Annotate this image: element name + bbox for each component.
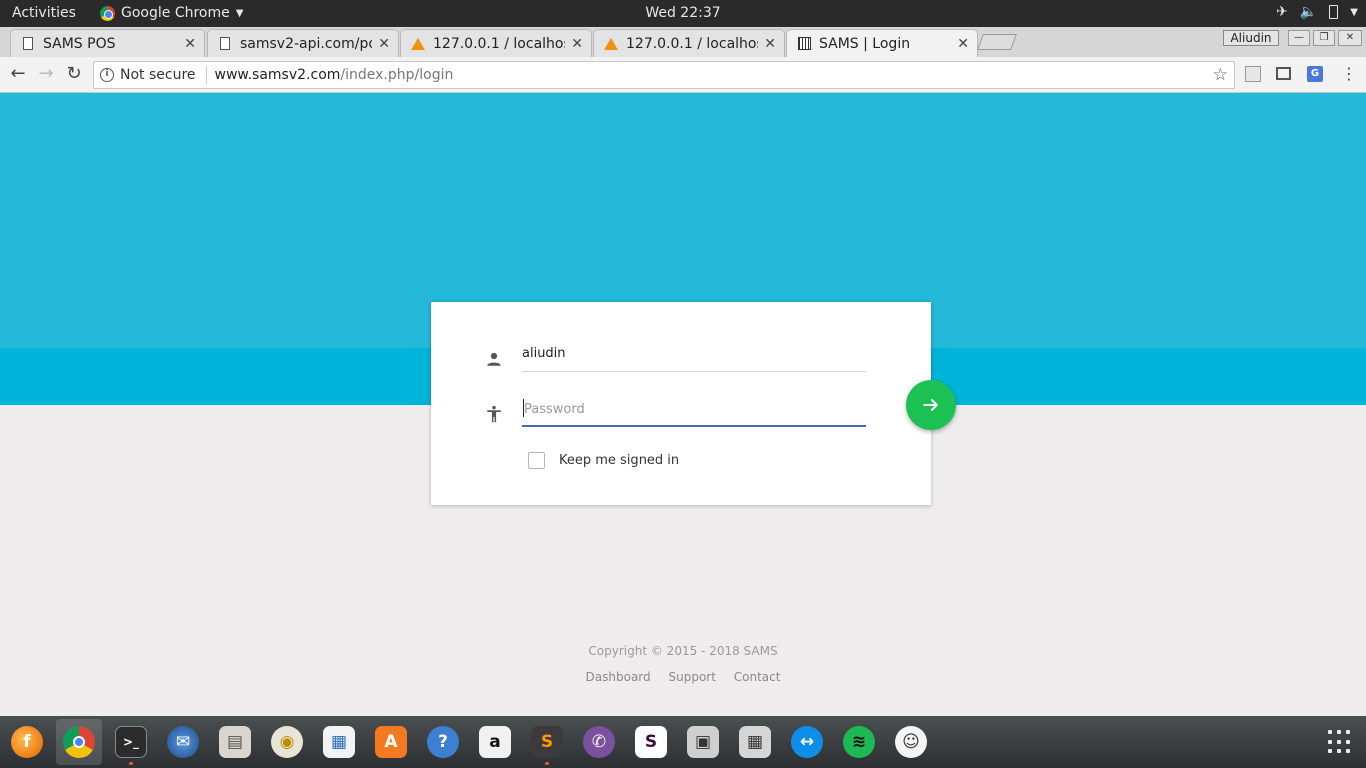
document-icon bbox=[218, 37, 232, 51]
minimize-button[interactable]: — bbox=[1288, 30, 1310, 46]
sams-icon bbox=[797, 37, 811, 51]
document-icon bbox=[21, 37, 35, 51]
app-menu-label: Google Chrome bbox=[121, 5, 230, 21]
tab-samsv2-api[interactable]: samsv2-api.com/po ✕ bbox=[207, 29, 399, 57]
tab-sams-pos[interactable]: SAMS POS ✕ bbox=[10, 29, 205, 57]
window-close-button[interactable]: ✕ bbox=[1338, 30, 1362, 46]
username-value: aliudin bbox=[522, 346, 566, 361]
profile-button[interactable]: Aliudin bbox=[1223, 30, 1279, 46]
chevron-down-icon: ▼ bbox=[235, 7, 244, 19]
footer-link-support[interactable]: Support bbox=[668, 670, 715, 684]
emoji-icon[interactable]: ☺ bbox=[888, 719, 934, 765]
login-submit-button[interactable] bbox=[906, 380, 956, 430]
close-icon[interactable]: ✕ bbox=[957, 36, 969, 52]
help-icon[interactable]: ? bbox=[420, 719, 466, 765]
show-applications-icon[interactable] bbox=[1328, 730, 1352, 754]
app-menu[interactable]: Google Chrome ▼ bbox=[100, 5, 243, 21]
tab-phpmyadmin-2[interactable]: 127.0.0.1 / localhost ✕ bbox=[593, 29, 785, 57]
password-field[interactable] bbox=[522, 393, 866, 427]
close-icon[interactable]: ✕ bbox=[378, 36, 390, 52]
security-label[interactable]: Not secure bbox=[120, 67, 196, 83]
chrome-icon[interactable] bbox=[56, 719, 102, 765]
arrow-right-icon bbox=[923, 399, 938, 411]
airplane-mode-icon: ✈ bbox=[1276, 4, 1288, 20]
forward-icon[interactable]: → bbox=[35, 63, 57, 85]
chrome-menu-icon[interactable]: ⋮ bbox=[1338, 63, 1360, 85]
firefox-icon[interactable]: f bbox=[4, 719, 50, 765]
maximize-button[interactable]: ❐ bbox=[1313, 30, 1335, 46]
extension-icon[interactable] bbox=[1245, 66, 1261, 82]
keep-signed-in-label[interactable]: Keep me signed in bbox=[559, 453, 679, 468]
teamviewer-icon[interactable]: ↔ bbox=[784, 719, 830, 765]
spotify-icon[interactable]: ≋ bbox=[836, 719, 882, 765]
volume-icon: 🔈 bbox=[1299, 4, 1318, 20]
username-field[interactable]: aliudin bbox=[522, 338, 866, 372]
close-icon[interactable]: ✕ bbox=[571, 36, 583, 52]
footer-link-contact[interactable]: Contact bbox=[734, 670, 781, 684]
translate-icon[interactable]: G bbox=[1307, 66, 1323, 82]
software-center-icon[interactable]: A bbox=[368, 719, 414, 765]
browser-toolbar: ← → ↻ i Not secure www.samsv2.com/index.… bbox=[0, 57, 1366, 93]
keep-signed-in-option[interactable]: Keep me signed in bbox=[528, 452, 679, 469]
info-icon[interactable]: i bbox=[100, 68, 114, 82]
tab-strip: SAMS POS ✕ samsv2-api.com/po ✕ 127.0.0.1… bbox=[0, 27, 1366, 57]
system-tray[interactable]: ✈ 🔈 ▼ bbox=[1276, 4, 1358, 20]
screenshot-icon[interactable]: ▣ bbox=[680, 719, 726, 765]
user-icon bbox=[487, 352, 501, 366]
fullscreen-icon[interactable] bbox=[1276, 67, 1291, 80]
bookmark-star-icon[interactable]: ☆ bbox=[1213, 65, 1228, 85]
close-icon[interactable]: ✕ bbox=[764, 36, 776, 52]
password-input[interactable] bbox=[524, 399, 854, 419]
sublime-text-icon[interactable]: S bbox=[524, 719, 570, 765]
files-icon[interactable]: ▤ bbox=[212, 719, 258, 765]
url-path: /index.php/login bbox=[340, 67, 454, 83]
calculator-icon[interactable]: ▦ bbox=[732, 719, 778, 765]
reload-icon[interactable]: ↻ bbox=[63, 63, 85, 85]
amazon-icon[interactable]: a bbox=[472, 719, 518, 765]
rhythmbox-icon[interactable]: ◉ bbox=[264, 719, 310, 765]
new-tab-button[interactable] bbox=[977, 34, 1017, 50]
battery-icon bbox=[1329, 5, 1339, 19]
chevron-down-icon: ▼ bbox=[1350, 6, 1358, 18]
footer-link-dashboard[interactable]: Dashboard bbox=[586, 670, 651, 684]
thunderbird-icon[interactable]: ✉ bbox=[160, 719, 206, 765]
keep-signed-in-checkbox[interactable] bbox=[528, 452, 545, 469]
accessibility-icon bbox=[487, 405, 501, 423]
tab-sams-login[interactable]: SAMS | Login ✕ bbox=[786, 29, 978, 57]
footer-links: Dashboard Support Contact bbox=[0, 670, 1366, 684]
dock: f >_ ✉ ▤ ◉ ▦ A ? a S ✆ S ▣ ▦ ↔ ≋ ☺ bbox=[0, 716, 1366, 768]
libreoffice-writer-icon[interactable]: ▦ bbox=[316, 719, 362, 765]
system-top-bar: Activities Google Chrome ▼ Wed 22:37 ✈ 🔈… bbox=[0, 0, 1366, 27]
back-icon[interactable]: ← bbox=[7, 63, 29, 85]
close-icon[interactable]: ✕ bbox=[184, 36, 196, 52]
phpmyadmin-icon bbox=[411, 37, 425, 51]
terminal-icon[interactable]: >_ bbox=[108, 719, 154, 765]
copyright: Copyright © 2015 - 2018 SAMS bbox=[588, 644, 778, 658]
login-card: aliudin Keep me signed in bbox=[431, 302, 931, 505]
tab-title: samsv2-api.com/po bbox=[240, 35, 373, 52]
viber-icon[interactable]: ✆ bbox=[576, 719, 622, 765]
activities-button[interactable]: Activities bbox=[12, 5, 76, 21]
tab-title: SAMS POS bbox=[43, 35, 116, 52]
address-bar[interactable]: i Not secure www.samsv2.com/index.php/lo… bbox=[93, 61, 1235, 89]
url-host: www.samsv2.com bbox=[214, 67, 341, 83]
divider bbox=[205, 66, 207, 84]
page-viewport: aliudin Keep me signed in Copyright © 20… bbox=[0, 93, 1366, 716]
tab-phpmyadmin-1[interactable]: 127.0.0.1 / localhost ✕ bbox=[400, 29, 592, 57]
tab-title: SAMS | Login bbox=[819, 35, 911, 52]
slack-icon[interactable]: S bbox=[628, 719, 674, 765]
tab-title: 127.0.0.1 / localhost bbox=[433, 35, 566, 52]
tab-title: 127.0.0.1 / localhost bbox=[626, 35, 759, 52]
phpmyadmin-icon bbox=[604, 37, 618, 51]
chrome-icon bbox=[100, 5, 115, 21]
